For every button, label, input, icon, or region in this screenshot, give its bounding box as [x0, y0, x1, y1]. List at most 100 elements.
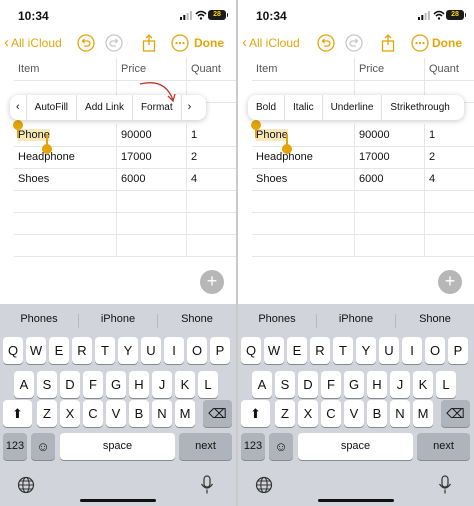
key[interactable]: X	[60, 400, 80, 427]
key[interactable]: D	[298, 371, 318, 398]
key[interactable]: G	[344, 371, 364, 398]
microphone-icon[interactable]	[438, 475, 452, 495]
shift-key[interactable]: ⬆	[241, 400, 270, 427]
selection-end-handle[interactable]	[42, 144, 52, 154]
key[interactable]: V	[106, 400, 126, 427]
key[interactable]: I	[164, 337, 184, 364]
microphone-icon[interactable]	[200, 475, 214, 495]
done-button[interactable]: Done	[194, 36, 224, 50]
key[interactable]: J	[390, 371, 410, 398]
table-cell[interactable]: Phone	[252, 124, 355, 146]
prediction-item[interactable]: iPhone	[79, 313, 157, 325]
table-cell[interactable]: Phone	[14, 124, 117, 146]
key[interactable]: M	[175, 400, 195, 427]
back-button[interactable]: ‹ All iCloud	[4, 34, 62, 51]
emoji-key[interactable]: ☺	[269, 433, 293, 460]
table-cell[interactable]: 6000	[117, 168, 187, 190]
prediction-item[interactable]: Phones	[0, 313, 78, 325]
redo-icon[interactable]	[104, 33, 124, 53]
table-cell[interactable]: Shoes	[14, 168, 117, 190]
delete-key[interactable]: ⌫	[441, 400, 470, 427]
key[interactable]: R	[310, 337, 330, 364]
menu-item-italic[interactable]: Italic	[285, 95, 323, 120]
add-button[interactable]: +	[200, 270, 224, 294]
space-key[interactable]: space	[60, 433, 175, 460]
emoji-key[interactable]: ☺	[31, 433, 55, 460]
menu-item-add-link[interactable]: Add Link	[77, 95, 133, 120]
table-cell[interactable]: 17000	[117, 146, 187, 168]
key[interactable]: B	[129, 400, 149, 427]
key[interactable]: M	[413, 400, 433, 427]
delete-key[interactable]: ⌫	[203, 400, 232, 427]
key[interactable]: U	[141, 337, 161, 364]
share-icon[interactable]	[378, 33, 398, 53]
menu-item-autofill[interactable]: AutoFill	[27, 95, 78, 120]
prediction-item[interactable]: iPhone	[317, 313, 395, 325]
key[interactable]: W	[264, 337, 284, 364]
table-cell[interactable]: 1	[425, 124, 474, 146]
key[interactable]: P	[448, 337, 468, 364]
numbers-key[interactable]: 123	[3, 433, 27, 460]
table-cell[interactable]: 17000	[355, 146, 425, 168]
next-key[interactable]: next	[417, 433, 470, 460]
key[interactable]: K	[175, 371, 195, 398]
prediction-item[interactable]: Shone	[158, 313, 236, 325]
key[interactable]: V	[344, 400, 364, 427]
key[interactable]: Y	[118, 337, 138, 364]
key[interactable]: C	[321, 400, 341, 427]
key[interactable]: Q	[241, 337, 261, 364]
key[interactable]: S	[275, 371, 295, 398]
key[interactable]: D	[60, 371, 80, 398]
menu-item-strikethrough[interactable]: Strikethrough	[382, 95, 457, 120]
menu-prev-arrow[interactable]: ‹	[10, 95, 27, 120]
header-cell-price[interactable]: Price	[355, 58, 425, 80]
key[interactable]: I	[402, 337, 422, 364]
key[interactable]: Y	[356, 337, 376, 364]
key[interactable]: B	[367, 400, 387, 427]
key[interactable]: A	[252, 371, 272, 398]
table-cell[interactable]: 90000	[117, 124, 187, 146]
selection-start-handle[interactable]	[13, 120, 23, 130]
menu-item-bold[interactable]: Bold	[248, 95, 286, 120]
selection-start-handle[interactable]	[251, 120, 261, 130]
more-icon[interactable]	[170, 33, 190, 53]
undo-icon[interactable]	[76, 33, 96, 53]
table-cell[interactable]: Shoes	[252, 168, 355, 190]
key[interactable]: O	[425, 337, 445, 364]
key[interactable]: T	[95, 337, 115, 364]
key[interactable]: N	[152, 400, 172, 427]
key[interactable]: J	[152, 371, 172, 398]
table-cell[interactable]: Headphone	[14, 146, 117, 168]
header-cell-quantity[interactable]: Quant	[187, 58, 236, 80]
key[interactable]: E	[49, 337, 69, 364]
key[interactable]: Z	[37, 400, 57, 427]
key[interactable]: L	[436, 371, 456, 398]
key[interactable]: S	[37, 371, 57, 398]
space-key[interactable]: space	[298, 433, 413, 460]
next-key[interactable]: next	[179, 433, 232, 460]
done-button[interactable]: Done	[432, 36, 462, 50]
table-cell[interactable]: 4	[187, 168, 236, 190]
add-button[interactable]: +	[438, 270, 462, 294]
key[interactable]: A	[14, 371, 34, 398]
table-cell[interactable]: 90000	[355, 124, 425, 146]
table-cell[interactable]: 2	[187, 146, 236, 168]
table-cell[interactable]: 2	[425, 146, 474, 168]
key[interactable]: O	[187, 337, 207, 364]
key[interactable]: E	[287, 337, 307, 364]
redo-icon[interactable]	[344, 33, 364, 53]
back-button[interactable]: ‹ All iCloud	[242, 34, 300, 51]
more-icon[interactable]	[410, 33, 430, 53]
key[interactable]: H	[129, 371, 149, 398]
globe-icon[interactable]	[17, 476, 35, 494]
key[interactable]: H	[367, 371, 387, 398]
key[interactable]: F	[321, 371, 341, 398]
header-cell-quantity[interactable]: Quant	[425, 58, 474, 80]
key[interactable]: K	[413, 371, 433, 398]
share-icon[interactable]	[139, 33, 159, 53]
selected-text[interactable]: Phone	[256, 129, 288, 141]
key[interactable]: P	[210, 337, 230, 364]
undo-icon[interactable]	[316, 33, 336, 53]
key[interactable]: L	[198, 371, 218, 398]
key[interactable]: Q	[3, 337, 23, 364]
